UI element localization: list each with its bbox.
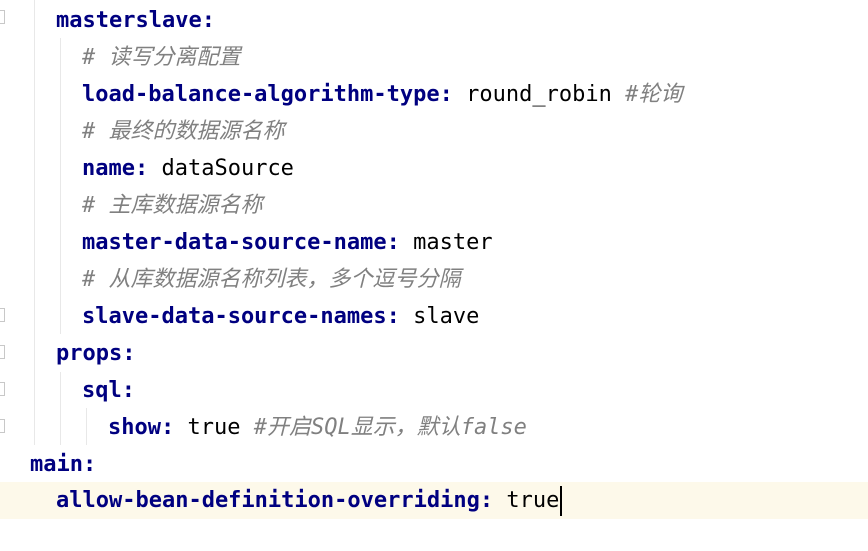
yaml-colon: : <box>160 415 175 440</box>
code-line[interactable]: masterslave: <box>56 2 215 39</box>
code-line[interactable]: show: true #开启SQL显示，默认false <box>108 409 527 446</box>
yaml-value: true <box>493 488 560 513</box>
yaml-comment: # 最终的数据源名称 <box>82 119 285 144</box>
code-line[interactable]: # 主库数据源名称 <box>82 187 263 224</box>
code-line[interactable]: # 读写分离配置 <box>82 39 241 76</box>
yaml-key: masterslave <box>56 8 202 33</box>
fold-marker-icon[interactable] <box>0 419 5 433</box>
yaml-value: slave <box>399 304 480 329</box>
yaml-comment: #轮询 <box>611 82 683 107</box>
yaml-colon: : <box>121 378 135 403</box>
yaml-value: round_robin <box>452 82 612 107</box>
yaml-key: load-balance-algorithm-type <box>82 82 440 107</box>
yaml-key: show <box>108 415 161 440</box>
fold-marker-icon[interactable] <box>0 345 5 359</box>
code-line[interactable]: load-balance-algorithm-type: round_robin… <box>82 76 682 113</box>
yaml-key: name <box>82 156 135 181</box>
yaml-comment: #开启SQL显示，默认false <box>240 415 527 440</box>
editor-gutter <box>0 0 8 551</box>
yaml-key: master-data-source-name <box>82 230 387 255</box>
yaml-comment: # 读写分离配置 <box>82 45 241 70</box>
code-line[interactable]: slave-data-source-names: slave <box>82 298 479 335</box>
yaml-key: slave-data-source-names <box>82 304 387 329</box>
yaml-colon: : <box>479 488 494 513</box>
current-code-line[interactable]: allow-bean-definition-overriding: true <box>0 482 868 519</box>
indent-guide <box>60 38 61 334</box>
yaml-colon: : <box>122 341 136 366</box>
yaml-value: dataSource <box>148 156 294 181</box>
code-line[interactable]: # 从库数据源名称列表，多个逗号分隔 <box>82 261 461 298</box>
yaml-colon: : <box>201 8 215 33</box>
fold-marker-icon[interactable] <box>0 308 5 322</box>
text-caret <box>560 486 563 516</box>
yaml-key: sql <box>82 378 122 403</box>
yaml-colon: : <box>439 82 453 107</box>
fold-marker-icon[interactable] <box>0 382 5 396</box>
yaml-colon: : <box>386 304 400 329</box>
fold-marker-icon[interactable] <box>0 10 5 24</box>
code-line[interactable]: # 最终的数据源名称 <box>82 113 285 150</box>
yaml-key: props <box>56 341 123 366</box>
yaml-value: master <box>399 230 493 255</box>
code-line[interactable]: main: <box>30 446 96 483</box>
yaml-colon: : <box>82 452 97 477</box>
yaml-comment: # 从库数据源名称列表，多个逗号分隔 <box>82 267 461 292</box>
indent-guide <box>86 408 87 445</box>
yaml-comment: # 主库数据源名称 <box>82 193 263 218</box>
yaml-key: main <box>30 452 83 477</box>
yaml-value: true <box>174 415 241 440</box>
code-editor[interactable]: masterslave: # 读写分离配置 load-balance-algor… <box>0 0 868 551</box>
yaml-key: allow-bean-definition-overriding <box>56 488 480 513</box>
indent-guide <box>60 372 61 445</box>
code-line[interactable]: name: dataSource <box>82 150 294 187</box>
yaml-colon: : <box>386 230 400 255</box>
code-line[interactable]: sql: <box>82 372 135 409</box>
code-line[interactable]: props: <box>56 335 135 372</box>
indent-guide <box>34 0 35 445</box>
yaml-colon: : <box>134 156 149 181</box>
code-line[interactable]: master-data-source-name: master <box>82 224 493 261</box>
